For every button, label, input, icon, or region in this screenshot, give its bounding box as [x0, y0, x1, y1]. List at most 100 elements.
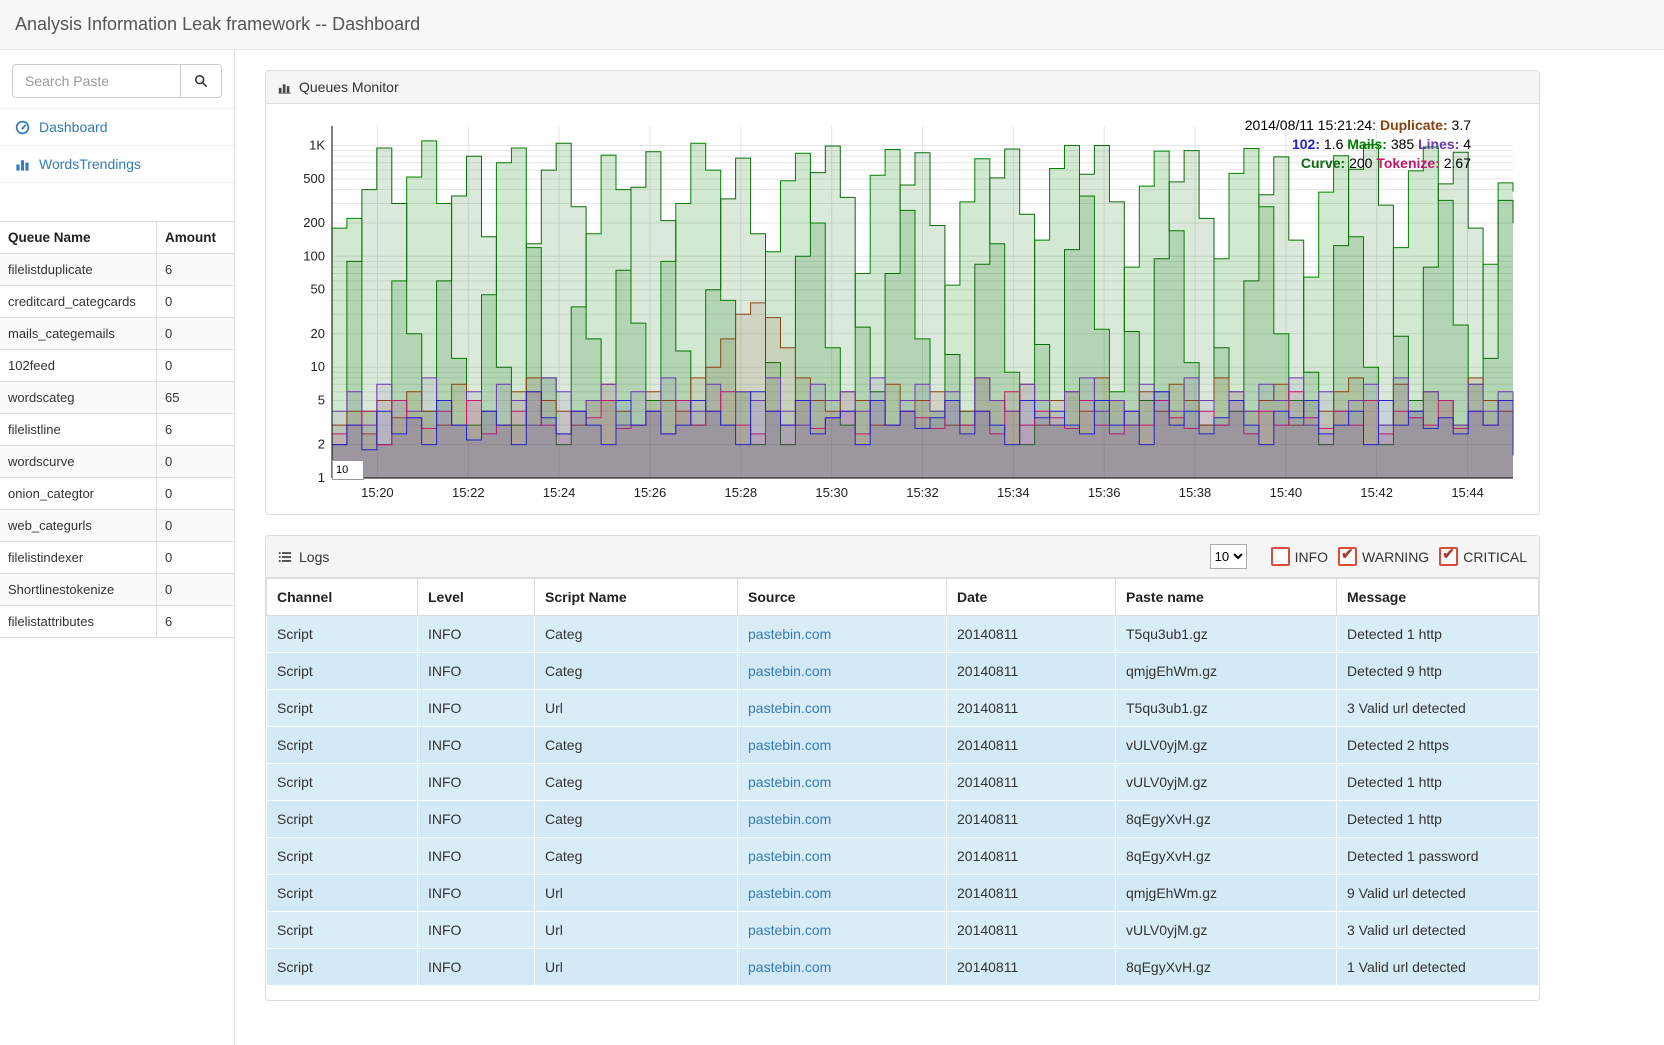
log-cell: Script — [267, 616, 418, 653]
log-row: ScriptINFOUrlpastebin.com201408118qEgyXv… — [267, 949, 1539, 986]
source-link[interactable]: pastebin.com — [748, 774, 831, 790]
log-cell: Url — [535, 875, 738, 912]
filter-warning[interactable]: WARNING — [1338, 547, 1429, 566]
queue-row: 102feed0 — [0, 350, 234, 382]
log-row: ScriptINFOCategpastebin.com20140811vULV0… — [267, 727, 1539, 764]
source-link[interactable]: pastebin.com — [748, 811, 831, 827]
log-row: ScriptINFOUrlpastebin.com20140811T5qu3ub… — [267, 690, 1539, 727]
log-cell: Categ — [535, 801, 738, 838]
queue-name: 102feed — [0, 350, 157, 382]
filter-info[interactable]: INFO — [1271, 547, 1328, 566]
log-cell: 8qEgyXvH.gz — [1116, 801, 1337, 838]
page-size-select[interactable]: 10 — [1210, 544, 1247, 569]
log-cell: INFO — [418, 949, 535, 986]
log-cell: 20140811 — [947, 838, 1116, 875]
sidebar-item-wordstrendings[interactable]: WordsTrendings — [0, 146, 234, 183]
log-cell: Detected 2 https — [1337, 727, 1539, 764]
svg-text:5: 5 — [318, 393, 325, 408]
svg-text:500: 500 — [303, 171, 325, 186]
queue-name: filelistline — [0, 414, 157, 446]
log-cell: 3 Valid url detected — [1337, 690, 1539, 727]
roll-period-input[interactable] — [332, 460, 364, 480]
source-link[interactable]: pastebin.com — [748, 959, 831, 975]
source-link[interactable]: pastebin.com — [748, 737, 831, 753]
log-row: ScriptINFOCategpastebin.com20140811vULV0… — [267, 764, 1539, 801]
log-cell: Script — [267, 764, 418, 801]
log-cell: 1 Valid url detected — [1337, 949, 1539, 986]
log-cell: INFO — [418, 690, 535, 727]
log-cell: pastebin.com — [738, 838, 947, 875]
log-cell: Script — [267, 875, 418, 912]
queue-row: wordscurve0 — [0, 446, 234, 478]
checkbox-icon[interactable] — [1439, 547, 1458, 566]
queue-name: filelistindexer — [0, 542, 157, 574]
queue-amount: 0 — [157, 510, 235, 542]
log-cell: pastebin.com — [738, 653, 947, 690]
queue-amount: 0 — [157, 318, 235, 350]
log-cell: INFO — [418, 764, 535, 801]
search-input[interactable] — [12, 64, 180, 98]
queue-row: onion_categtor0 — [0, 478, 234, 510]
queue-name: wordscurve — [0, 446, 157, 478]
logs-controls: 10 INFO WARNING CRITICAL — [1210, 544, 1527, 569]
queue-amount: 0 — [157, 542, 235, 574]
log-cell: 3 Valid url detected — [1337, 912, 1539, 949]
queue-amount: 0 — [157, 478, 235, 510]
source-link[interactable]: pastebin.com — [748, 848, 831, 864]
source-link[interactable]: pastebin.com — [748, 700, 831, 716]
main-content: Queues Monitor 15:2015:2215:2415:2615:28… — [265, 70, 1540, 1041]
queue-amount: 0 — [157, 286, 235, 318]
filter-critical[interactable]: CRITICAL — [1439, 547, 1527, 566]
log-cell: 9 Valid url detected — [1337, 875, 1539, 912]
queue-amount: 6 — [157, 606, 235, 638]
source-link[interactable]: pastebin.com — [748, 663, 831, 679]
svg-text:15:40: 15:40 — [1270, 485, 1303, 500]
queue-amount: 65 — [157, 382, 235, 414]
svg-text:15:36: 15:36 — [1088, 485, 1121, 500]
checkbox-icon[interactable] — [1271, 547, 1290, 566]
column-header: Channel — [267, 579, 418, 616]
logs-panel: Logs 10 INFOWARNINGCRITICAL ChannelLevel… — [265, 535, 1540, 1001]
svg-text:15:34: 15:34 — [997, 485, 1030, 500]
log-cell: vULV0yjM.gz — [1116, 727, 1337, 764]
log-cell: INFO — [418, 875, 535, 912]
column-header: Message — [1337, 579, 1539, 616]
log-cell: vULV0yjM.gz — [1116, 912, 1337, 949]
source-link[interactable]: pastebin.com — [748, 922, 831, 938]
log-cell: Script — [267, 801, 418, 838]
log-cell: qmjgEhWm.gz — [1116, 653, 1337, 690]
queue-row: wordscateg65 — [0, 382, 234, 414]
panel-title: Queues Monitor — [299, 79, 399, 95]
log-cell: 8qEgyXvH.gz — [1116, 838, 1337, 875]
log-cell: pastebin.com — [738, 912, 947, 949]
search-group — [12, 64, 222, 98]
log-cell: Script — [267, 838, 418, 875]
log-cell: Categ — [535, 838, 738, 875]
filter-label: INFO — [1295, 549, 1328, 565]
log-cell: pastebin.com — [738, 949, 947, 986]
log-cell: Url — [535, 949, 738, 986]
source-link[interactable]: pastebin.com — [748, 885, 831, 901]
queue-name: filelistattributes — [0, 606, 157, 638]
log-cell: Detected 1 http — [1337, 616, 1539, 653]
list-icon — [278, 550, 292, 564]
column-header: Source — [738, 579, 947, 616]
nav-label: WordsTrendings — [39, 156, 141, 172]
log-row: ScriptINFOCategpastebin.com20140811T5qu3… — [267, 616, 1539, 653]
queue-name: mails_categemails — [0, 318, 157, 350]
search-button[interactable] — [180, 64, 222, 98]
log-cell: INFO — [418, 616, 535, 653]
sidebar-item-dashboard[interactable]: Dashboard — [0, 109, 234, 146]
logs-table: ChannelLevelScript NameSourceDatePaste n… — [266, 578, 1539, 986]
queue-table-body: filelistduplicate6creditcard_categcards0… — [0, 254, 234, 638]
log-cell: Url — [535, 912, 738, 949]
svg-text:200: 200 — [303, 215, 325, 230]
queue-row: mails_categemails0 — [0, 318, 234, 350]
queues-panel-body: 15:2015:2215:2415:2615:2815:3015:3215:34… — [266, 104, 1539, 514]
queue-row: filelistindexer0 — [0, 542, 234, 574]
checkbox-icon[interactable] — [1338, 547, 1357, 566]
log-cell: 20140811 — [947, 727, 1116, 764]
log-cell: T5qu3ub1.gz — [1116, 616, 1337, 653]
logs-panel-heading: Logs 10 INFOWARNINGCRITICAL — [266, 536, 1539, 578]
source-link[interactable]: pastebin.com — [748, 626, 831, 642]
